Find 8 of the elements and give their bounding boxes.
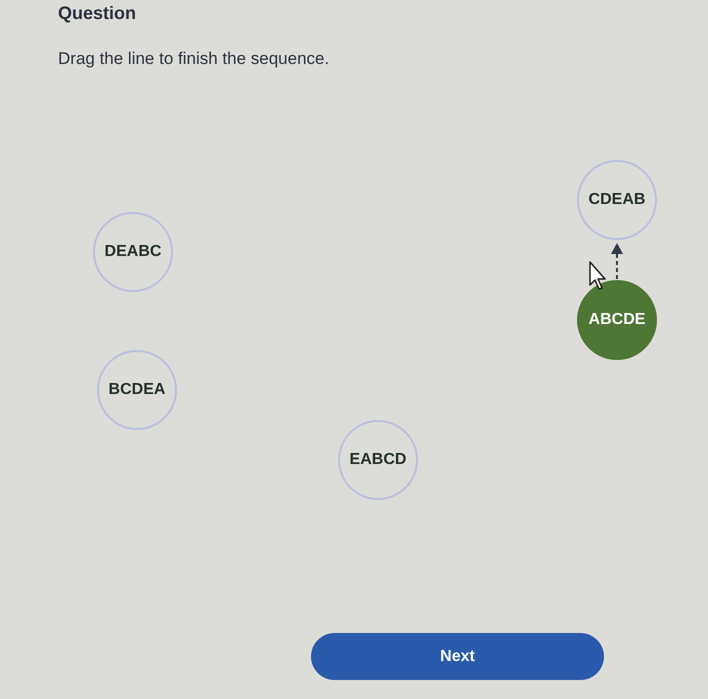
sequence-node[interactable]: ABCDE bbox=[577, 280, 657, 360]
sequence-node[interactable]: CDEAB bbox=[577, 160, 657, 240]
sequence-node[interactable]: DEABC bbox=[93, 212, 173, 292]
instruction-text: Drag the line to finish the sequence. bbox=[58, 48, 330, 70]
sequence-node[interactable]: BCDEA bbox=[97, 350, 177, 430]
question-title: Question bbox=[58, 2, 136, 24]
next-button[interactable]: Next bbox=[311, 633, 604, 680]
sequence-node[interactable]: EABCD bbox=[338, 420, 418, 500]
